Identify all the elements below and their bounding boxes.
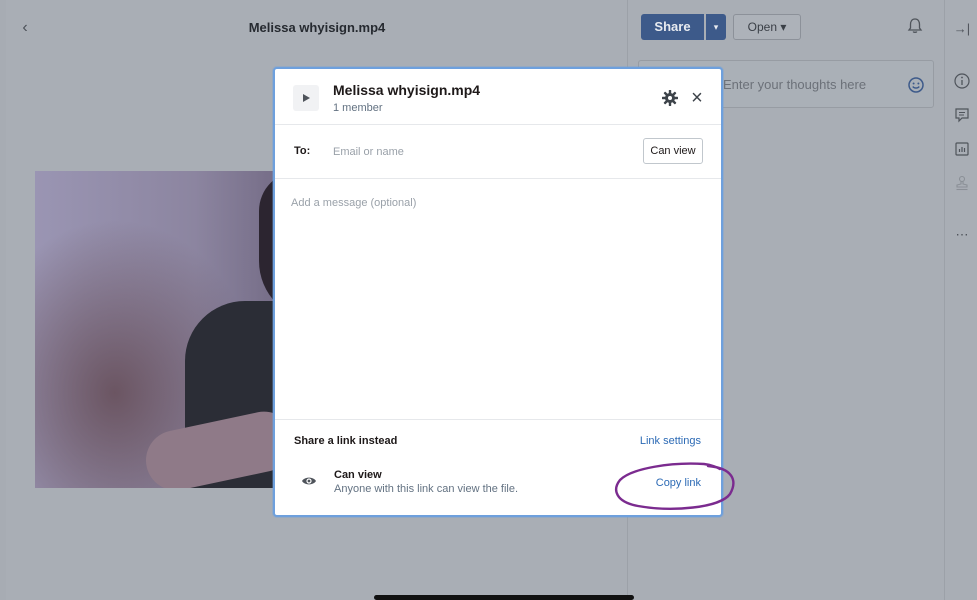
info-icon[interactable] (953, 72, 971, 90)
video-header: ‹ Melissa whyisign.mp4 (6, 0, 628, 56)
share-link-heading: Share a link instead (294, 435, 398, 447)
comment-placeholder: Enter your thoughts here (723, 77, 867, 92)
share-dropdown-button[interactable]: ▾ (706, 14, 726, 40)
share-button[interactable]: Share (641, 14, 704, 40)
member-count[interactable]: 1 member (333, 102, 383, 114)
side-rail: →| ⋯ (944, 0, 977, 600)
collapse-panel-icon[interactable]: →| (953, 20, 971, 38)
link-permission-description: Anyone with this link can view the file. (334, 483, 519, 495)
video-title: Melissa whyisign.mp4 (248, 20, 386, 35)
stamp-icon[interactable] (953, 174, 971, 192)
link-permission-title: Can view (334, 469, 382, 481)
message-input[interactable] (287, 193, 707, 413)
bell-icon[interactable] (905, 16, 925, 36)
recipient-input[interactable] (333, 140, 633, 164)
close-icon[interactable]: × (687, 88, 707, 108)
recipient-row: To: Can view (275, 125, 721, 179)
comment-icon[interactable] (953, 106, 971, 124)
modal-header: Melissa whyisign.mp4 1 member × (275, 69, 721, 125)
to-label: To: (294, 145, 311, 157)
open-button[interactable]: Open ▾ (733, 14, 801, 40)
home-indicator (374, 595, 634, 600)
more-icon[interactable]: ⋯ (953, 226, 971, 244)
eye-icon (302, 477, 316, 485)
video-file-icon (293, 85, 319, 111)
permission-dropdown-button[interactable]: Can view (643, 138, 703, 164)
modal-title: Melissa whyisign.mp4 (333, 82, 481, 98)
video-player[interactable] (35, 171, 301, 488)
stats-icon[interactable] (953, 140, 971, 158)
share-modal: Melissa whyisign.mp4 1 member × To: Can … (273, 67, 723, 517)
emoji-icon[interactable] (907, 76, 925, 94)
share-link-section: Share a link instead Link settings Can v… (275, 419, 721, 515)
copy-link-button[interactable]: Copy link (656, 477, 701, 489)
link-settings-link[interactable]: Link settings (640, 435, 701, 447)
gear-icon[interactable] (661, 89, 679, 107)
